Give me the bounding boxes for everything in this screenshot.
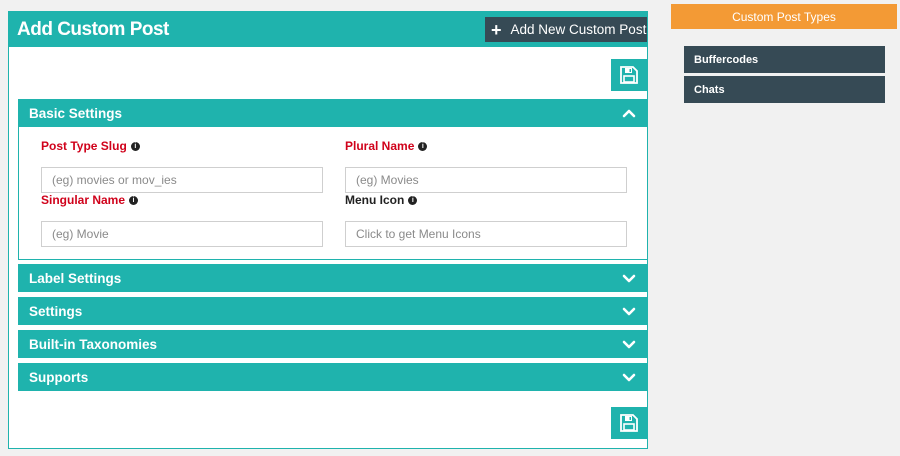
- plural-name-input[interactable]: [345, 167, 627, 193]
- section-built-in-taxonomies-label: Built-in Taxonomies: [29, 337, 158, 352]
- sidebar-item-label: Buffercodes: [694, 53, 759, 66]
- section-supports-label: Supports: [29, 370, 89, 385]
- page-title: Add Custom Post: [17, 19, 169, 40]
- chevron-down-icon: [622, 340, 636, 349]
- sidebar-item-chats[interactable]: Chats: [684, 76, 885, 103]
- panel-header: Add Custom Post + Add New Custom Post: [9, 12, 647, 47]
- add-custom-post-panel: Add Custom Post + Add New Custom Post Ba…: [8, 11, 648, 449]
- info-icon: i: [418, 141, 428, 151]
- post-type-slug-label: Post Type Slug i: [41, 139, 140, 153]
- add-new-custom-post-label: Add New Custom Post: [510, 22, 647, 37]
- singular-name-input[interactable]: [41, 221, 323, 247]
- menu-icon-label: Menu Icon i: [345, 193, 418, 207]
- section-supports[interactable]: Supports: [18, 363, 648, 391]
- section-basic-settings[interactable]: Basic Settings: [18, 99, 648, 127]
- plus-icon: +: [491, 19, 502, 40]
- custom-post-types-heading: Custom Post Types: [671, 4, 897, 29]
- singular-name-label: Singular Name i: [41, 193, 139, 207]
- info-icon: i: [408, 195, 418, 205]
- chevron-down-icon: [622, 373, 636, 382]
- add-new-custom-post-button[interactable]: + Add New Custom Post: [485, 17, 647, 42]
- floppy-disk-icon: [620, 66, 638, 84]
- menu-icon-input[interactable]: [345, 221, 627, 247]
- section-label-settings-label: Label Settings: [29, 271, 122, 286]
- post-type-slug-input[interactable]: [41, 167, 323, 193]
- plural-name-label: Plural Name i: [345, 139, 428, 153]
- sidebar-item-label: Chats: [694, 83, 725, 96]
- section-built-in-taxonomies[interactable]: Built-in Taxonomies: [18, 330, 648, 358]
- custom-post-types-heading-label: Custom Post Types: [732, 9, 836, 24]
- basic-settings-body: Post Type Slugi Plural Namei Singular Na…: [18, 127, 648, 260]
- section-settings-label: Settings: [29, 304, 83, 319]
- sidebar-item-buffercodes[interactable]: Buffercodes: [684, 46, 885, 73]
- chevron-down-icon: [622, 274, 636, 283]
- floppy-disk-icon: [620, 414, 638, 432]
- save-button-top[interactable]: [611, 59, 647, 91]
- section-basic-settings-label: Basic Settings: [29, 106, 123, 121]
- info-icon: i: [129, 195, 139, 205]
- save-button-bottom[interactable]: [611, 407, 647, 439]
- info-icon: i: [130, 141, 140, 151]
- section-settings[interactable]: Settings: [18, 297, 648, 325]
- chevron-down-icon: [622, 307, 636, 316]
- chevron-up-icon: [622, 109, 636, 118]
- section-label-settings[interactable]: Label Settings: [18, 264, 648, 292]
